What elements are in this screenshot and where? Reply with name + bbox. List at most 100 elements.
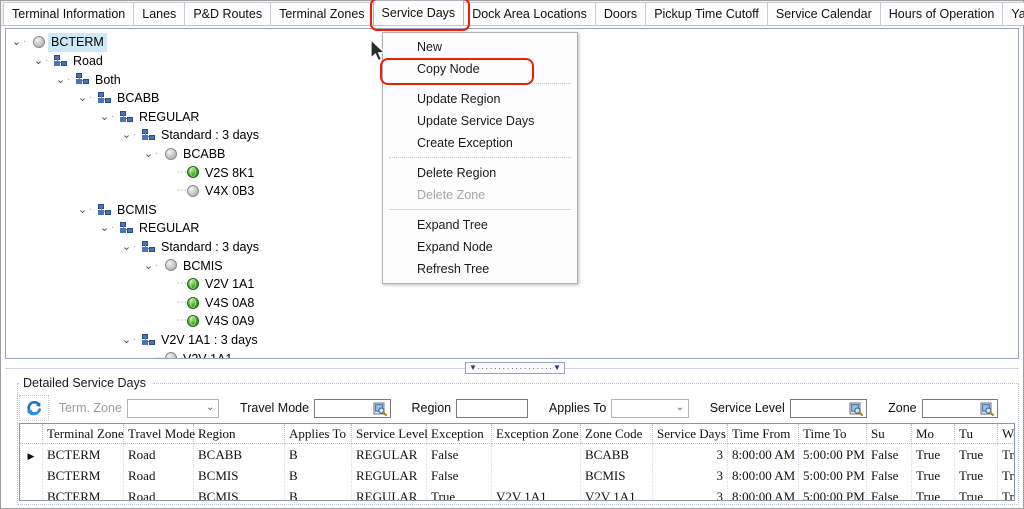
grid-column-header-service-level[interactable]: Service Level	[351, 424, 428, 444]
grid-column-header-region[interactable]: Region	[193, 424, 285, 444]
splitter-grip[interactable]: ▼ ····························· ▼	[465, 362, 565, 374]
grid-cell-service-days[interactable]: 3	[652, 465, 728, 486]
menu-item-expand-node[interactable]: Expand Node	[383, 236, 577, 258]
grid-cell-mo[interactable]: True	[911, 486, 955, 500]
tab-pickup-time-cutoff[interactable]: Pickup Time Cutoff	[645, 2, 768, 25]
grid-cell-time-from[interactable]: 8:00:00 AM	[727, 465, 799, 486]
chevron-down-icon[interactable]: ⌄	[676, 402, 684, 413]
grid-cell-zone-code[interactable]: V2V 1A1	[580, 486, 653, 500]
grid-cell-zone-code[interactable]: BCABB	[580, 443, 653, 465]
menu-item-update-region[interactable]: Update Region	[383, 88, 577, 110]
chevron-down-icon[interactable]: ⌄	[10, 33, 23, 52]
grid-cell-terminal-zone[interactable]: BCTERM	[42, 465, 124, 486]
grid-cell-terminal-zone[interactable]: BCTERM	[42, 443, 124, 465]
grid-column-header-we[interactable]: We	[997, 424, 1014, 444]
grid-cell-travel-mode[interactable]: Road	[123, 465, 194, 486]
chevron-down-icon[interactable]: ⌄	[32, 52, 45, 71]
menu-item-update-service-days[interactable]: Update Service Days	[383, 110, 577, 132]
grid-column-header-applies-to[interactable]: Applies To	[284, 424, 352, 444]
grid-column-header-service-days[interactable]: Service Days	[652, 424, 728, 444]
grid-cell-travel-mode[interactable]: Road	[123, 443, 194, 465]
grid-column-header-tu[interactable]: Tu	[954, 424, 998, 444]
grid-cell-service-level[interactable]: REGULAR	[351, 443, 427, 465]
grid-column-header-time-from[interactable]: Time From	[727, 424, 799, 444]
grid-cell-mo[interactable]: True	[911, 443, 955, 465]
tab-service-calendar[interactable]: Service Calendar	[766, 2, 881, 25]
menu-item-new[interactable]: New	[383, 36, 577, 58]
grid-cell-mo[interactable]: True	[911, 465, 955, 486]
chevron-down-icon[interactable]: ⌄	[98, 219, 111, 238]
panel-splitter[interactable]: ▼ ····························· ▼	[5, 362, 1019, 375]
grid-cell-service-level[interactable]: REGULAR	[351, 486, 427, 500]
grid-cell-su[interactable]: False	[866, 486, 912, 500]
grid-cell-tu[interactable]: True	[954, 486, 998, 500]
chevron-down-icon[interactable]: ⌄	[142, 257, 155, 276]
filter-input-service-level[interactable]	[789, 398, 868, 418]
grid-column-header-travel-mode[interactable]: Travel Mode	[123, 424, 195, 444]
lookup-button-zone[interactable]	[980, 402, 995, 416]
chevron-down-icon[interactable]: ⌄	[206, 402, 214, 413]
grid-cell-time-from[interactable]: 8:00:00 AM	[727, 443, 799, 465]
grid-cell-su[interactable]: False	[866, 465, 912, 486]
grid-cell-region[interactable]: BCABB	[193, 443, 285, 465]
grid-cell-service-days[interactable]: 3	[652, 443, 728, 465]
tree-node[interactable]: ⋯ V4S 0A8	[6, 293, 1018, 312]
collapse-down-icon-left[interactable]: ▼	[469, 364, 477, 372]
grid-cell-region[interactable]: BCMIS	[193, 486, 285, 500]
chevron-down-icon[interactable]: ⌄	[142, 145, 155, 164]
grid-cell-zone-code[interactable]: BCMIS	[580, 465, 653, 486]
tab-p-d-routes[interactable]: P&D Routes	[184, 2, 272, 25]
tab-dock-area-locations[interactable]: Dock Area Locations	[463, 2, 596, 25]
chevron-down-icon[interactable]: ⌄	[120, 238, 133, 257]
chevron-down-icon[interactable]: ⌄	[76, 201, 89, 220]
tree-context-menu[interactable]: New Copy Node Update Region Update Service …	[382, 32, 578, 284]
grid-cell-we[interactable]: True	[997, 486, 1014, 500]
grid-row-selector[interactable]	[20, 465, 43, 486]
tab-lanes[interactable]: Lanes	[133, 2, 186, 25]
menu-item-refresh-tree[interactable]: Refresh Tree	[383, 258, 577, 280]
chevron-down-icon[interactable]: ⌄	[98, 108, 111, 127]
menu-item-create-exception[interactable]: Create Exception	[383, 132, 577, 154]
grid-cell-exception[interactable]: False	[426, 465, 492, 486]
chevron-down-icon[interactable]: ⌄	[76, 89, 89, 108]
refresh-button[interactable]	[19, 395, 49, 421]
grid-row-selector[interactable]: ▶	[20, 443, 43, 465]
grid-column-header-time-to[interactable]: Time To	[798, 424, 867, 444]
grid-cell-we[interactable]: True	[997, 443, 1014, 465]
tab-hours-of-operation[interactable]: Hours of Operation	[879, 2, 1004, 25]
grid-cell-time-to[interactable]: 5:00:00 PM	[798, 443, 867, 465]
grid-cell-tu[interactable]: True	[954, 443, 998, 465]
grid-cell-exception[interactable]: False	[426, 443, 492, 465]
grid-cell-service-level[interactable]: REGULAR	[351, 465, 427, 486]
lookup-button-service-level[interactable]	[849, 402, 864, 416]
grid-cell-applies-to[interactable]: B	[284, 465, 352, 486]
filter-input-zone[interactable]	[921, 398, 999, 418]
grid-cell-terminal-zone[interactable]: BCTERM	[42, 486, 124, 500]
grid-cell-time-to[interactable]: 5:00:00 PM	[798, 486, 867, 500]
filter-input-applies-to[interactable]: ⌄	[611, 398, 690, 418]
table-row[interactable]: BCTERM Road BCMIS B REGULAR False BCMIS 3 8:00:0…	[20, 465, 1014, 486]
menu-item-delete-region[interactable]: Delete Region	[383, 162, 577, 184]
menu-item-expand-tree[interactable]: Expand Tree	[383, 214, 577, 236]
grid-column-header-mo[interactable]: Mo	[911, 424, 955, 444]
chevron-down-icon[interactable]: ⌄	[54, 71, 67, 90]
table-row[interactable]: ▶ BCTERM Road BCABB B REGULAR False BCABB 3 8:00:…	[20, 443, 1014, 465]
filter-input-travel-mode[interactable]	[314, 398, 391, 418]
grid-cell-service-days[interactable]: 3	[652, 486, 728, 500]
grid-cell-applies-to[interactable]: B	[284, 443, 352, 465]
tab-service-days[interactable]: Service Days	[372, 0, 465, 25]
lookup-button-travel-mode[interactable]	[373, 402, 387, 416]
chevron-down-icon[interactable]: ⌄	[120, 126, 133, 145]
tab-doors[interactable]: Doors	[594, 2, 647, 25]
filter-input-term-zone[interactable]: ⌄	[126, 398, 220, 418]
grid-cell-we[interactable]: True	[997, 465, 1014, 486]
grid-cell-time-from[interactable]: 8:00:00 AM	[727, 486, 799, 500]
grid-cell-tu[interactable]: True	[954, 465, 998, 486]
grid-column-header-terminal-zone[interactable]: Terminal Zone	[42, 424, 124, 444]
table-row[interactable]: BCTERM Road BCMIS B REGULAR True V2V 1A1 V2V 1A…	[20, 486, 1014, 500]
tab-terminal-zones[interactable]: Terminal Zones	[270, 2, 374, 25]
grid-cell-travel-mode[interactable]: Road	[123, 486, 194, 500]
grid-cell-exception-zone[interactable]	[491, 443, 581, 465]
tree-node[interactable]: ⋯ V2V 1A1	[6, 349, 1018, 358]
grid-cell-exception[interactable]: True	[426, 486, 492, 500]
